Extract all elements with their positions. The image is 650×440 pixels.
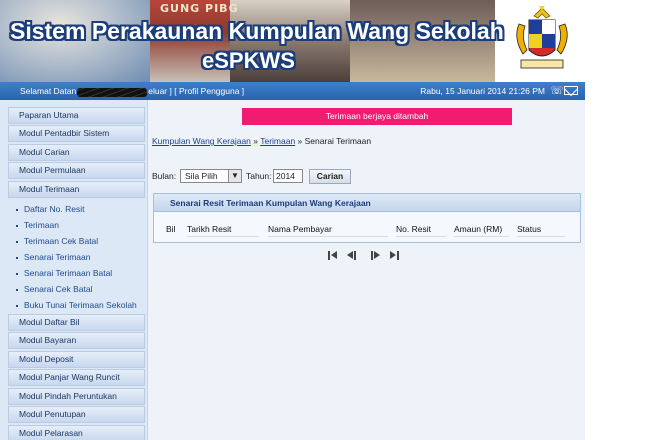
breadcrumb-separator: » — [295, 136, 305, 146]
column-divider — [517, 236, 565, 237]
column-divider — [454, 236, 509, 237]
sidebar-sub-buku-tunai[interactable]: Buku Tunai Terimaan Sekolah — [16, 300, 137, 310]
month-select-value: Sila Pilih — [185, 171, 218, 181]
receipt-list-panel: Senarai Resit Terimaan Kumpulan Wang Ker… — [153, 193, 581, 243]
sub-label: Senarai Terimaan Batal — [24, 268, 113, 278]
month-select[interactable]: Sila Pilih ▼ — [180, 169, 242, 183]
sidebar-menu-paparan-utama[interactable]: Paparan Utama — [8, 107, 145, 124]
greeting-prefix: Selamat Datan — [20, 86, 77, 96]
bullet-icon — [16, 304, 18, 307]
search-button[interactable]: Carian — [309, 169, 351, 184]
user-greeting: Selamat Datan eluar ] [ Profil Pengguna ] — [20, 86, 244, 97]
sidebar-menu-deposit[interactable]: Modul Deposit — [8, 351, 145, 368]
sidebar-menu: Paparan Utama Modul Pentadbir Sistem Mod… — [0, 100, 148, 440]
sidebar-menu-bayaran[interactable]: Modul Bayaran — [8, 332, 145, 349]
sub-label: Terimaan Cek Batal — [24, 236, 99, 246]
sidebar-menu-terimaan[interactable]: Modul Terimaan — [8, 181, 145, 198]
bullet-icon — [16, 240, 18, 243]
current-datetime: Rabu, 15 Januari 2014 21:26 PM — [420, 86, 545, 96]
column-divider — [268, 236, 388, 237]
sidebar-menu-pindah-peruntukan[interactable]: Modul Pindah Peruntukan — [8, 388, 145, 405]
breadcrumb-separator: » — [250, 136, 261, 146]
sidebar-menu-pentadbir-sistem[interactable]: Modul Pentadbir Sistem — [8, 125, 145, 142]
column-header-tarikh-resit: Tarikh Resit — [187, 224, 232, 234]
phone-icon[interactable]: ☏ — [550, 84, 564, 97]
breadcrumb-link-terimaan[interactable]: Terimaan — [260, 136, 295, 146]
sub-label: Senarai Terimaan — [24, 252, 91, 262]
column-header-no-resit: No. Resit — [396, 224, 431, 234]
header-banner: GUNG PIBG Sistem Perakaunan Kumpulan Wan… — [0, 0, 585, 82]
sub-label: Senarai Cek Batal — [24, 284, 93, 294]
sidebar-menu-carian[interactable]: Modul Carian — [8, 144, 145, 161]
sub-label: Daftar No. Resit — [24, 204, 85, 214]
sidebar-sub-senarai-terimaan[interactable]: Senarai Terimaan — [16, 252, 90, 262]
chevron-down-icon[interactable]: ▼ — [228, 170, 241, 182]
status-bar: Selamat Datan eluar ] [ Profil Pengguna ]… — [0, 82, 585, 100]
app-subtitle: eSPKWS — [202, 48, 295, 73]
success-banner: Terimaan berjaya ditambah — [242, 108, 512, 125]
panel-title: Senarai Resit Terimaan Kumpulan Wang Ker… — [154, 194, 580, 212]
bullet-icon — [16, 288, 18, 291]
column-divider — [187, 236, 259, 237]
sidebar-sub-terimaan[interactable]: Terimaan — [16, 220, 59, 230]
column-divider — [396, 236, 446, 237]
sidebar-sub-senarai-terimaan-batal[interactable]: Senarai Terimaan Batal — [16, 268, 112, 278]
banner-sign-text: GUNG PIBG — [160, 2, 239, 15]
column-header-bil: Bil — [166, 224, 176, 234]
column-header-status: Status — [517, 224, 542, 234]
bullet-icon — [16, 256, 18, 259]
sidebar-menu-pelarasan[interactable]: Modul Pelarasan — [8, 425, 145, 440]
bullet-icon — [16, 208, 18, 211]
sidebar-sub-daftar-no-resit[interactable]: Daftar No. Resit — [16, 204, 84, 214]
sidebar-sub-terimaan-cek-batal[interactable]: Terimaan Cek Batal — [16, 236, 98, 246]
mail-icon[interactable] — [564, 86, 578, 95]
bullet-icon — [16, 272, 18, 275]
main-content — [148, 100, 585, 440]
year-label: Tahun: — [246, 171, 272, 181]
year-input[interactable]: 2014 — [273, 169, 303, 183]
sub-label: Terimaan — [24, 220, 59, 230]
app-title: Sistem Perakaunan Kumpulan Wang Sekolah — [10, 18, 504, 44]
breadcrumb-link-kumpulan-wang[interactable]: Kumpulan Wang Kerajaan — [152, 136, 251, 146]
sidebar-menu-daftar-bil[interactable]: Modul Daftar Bil — [8, 314, 145, 331]
redacted-username — [77, 87, 148, 97]
sidebar-menu-permulaan[interactable]: Modul Permulaan — [8, 162, 145, 179]
bullet-icon — [16, 224, 18, 227]
coat-of-arms-icon — [516, 6, 568, 69]
sidebar-menu-penutupan[interactable]: Modul Penutupan — [8, 406, 145, 423]
column-header-nama-pembayar: Nama Pembayar — [268, 224, 332, 234]
app-window: GUNG PIBG Sistem Perakaunan Kumpulan Wan… — [0, 0, 585, 440]
greeting-suffix[interactable]: eluar ] [ Profil Pengguna ] — [148, 86, 244, 96]
breadcrumb-current: Senarai Terimaan — [304, 136, 372, 146]
sidebar-sub-senarai-cek-batal[interactable]: Senarai Cek Batal — [16, 284, 93, 294]
breadcrumb: Kumpulan Wang Kerajaan » Terimaan » Sena… — [152, 136, 371, 146]
month-label: Bulan: — [152, 171, 177, 181]
sub-label: Buku Tunai Terimaan Sekolah — [24, 300, 137, 310]
column-header-amaun: Amaun (RM) — [454, 224, 503, 234]
sidebar-menu-panjar-wang-runcit[interactable]: Modul Panjar Wang Runcit — [8, 369, 145, 386]
